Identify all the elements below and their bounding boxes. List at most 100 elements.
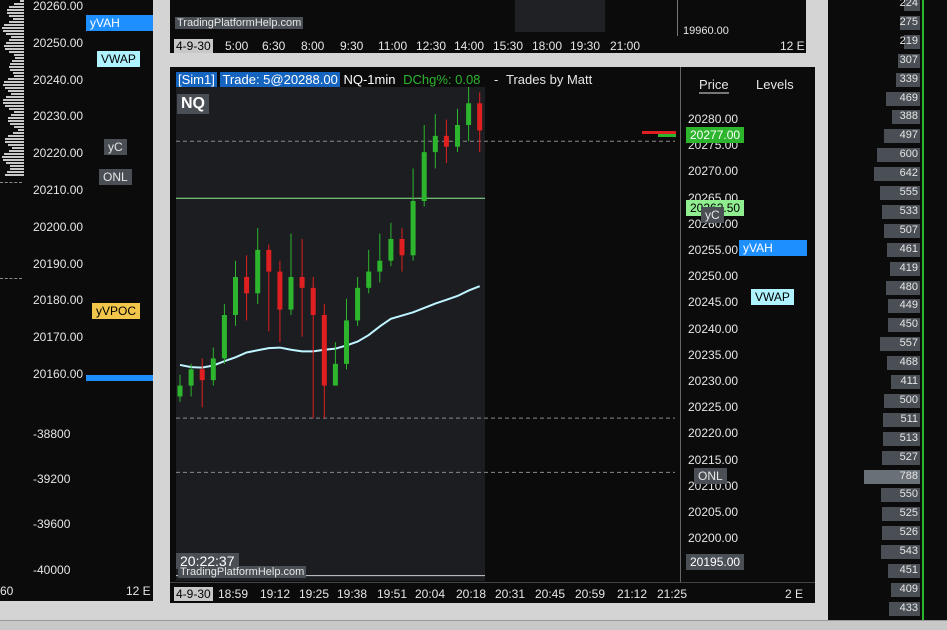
volume-profile-bar xyxy=(14,126,24,128)
volume-profile-bar xyxy=(13,132,24,134)
main-axis-divider xyxy=(680,67,681,582)
volume-value: 433 xyxy=(899,601,918,614)
volume-value: 600 xyxy=(899,148,918,161)
volume-profile-bar xyxy=(14,54,24,56)
volume-profile-bar xyxy=(9,21,24,23)
candle-body xyxy=(221,315,227,359)
left-tag-yvpoc: yVPOC xyxy=(92,303,141,319)
volume-value: 557 xyxy=(899,337,918,350)
top-divider xyxy=(677,0,678,36)
volume-value: 449 xyxy=(899,299,918,312)
volume-profile-bar xyxy=(2,27,24,29)
left-footer-left: 60 xyxy=(0,584,14,598)
volume-profile-bar xyxy=(4,81,24,83)
left-tag-yc: yC xyxy=(104,139,127,155)
left-price-tick: 20260.00 xyxy=(33,0,84,13)
volume-value: 526 xyxy=(899,526,918,539)
main-time-label: 19:25 xyxy=(299,587,330,601)
volume-profile-bar xyxy=(12,147,24,149)
left-price-tick: 20200.00 xyxy=(33,219,84,234)
candle-body xyxy=(344,320,349,364)
volume-value: 388 xyxy=(899,110,918,123)
left-lower-tick: -39200 xyxy=(33,472,71,486)
volume-profile-bar xyxy=(9,150,24,152)
volume-value: 500 xyxy=(899,393,918,406)
volume-profile-bar xyxy=(6,96,24,98)
top-time-label: 4-9-30 xyxy=(174,39,213,53)
volume-profile-bar xyxy=(5,48,24,50)
main-price-tick: 20280.00 xyxy=(688,112,739,126)
top-time-label: 15:30 xyxy=(493,39,524,53)
price-header: Price xyxy=(699,77,729,94)
volume-profile-bar xyxy=(7,12,24,14)
candle-body xyxy=(377,260,383,272)
last-price-tag: 20277.00 xyxy=(686,127,745,143)
volume-profile-bar xyxy=(10,63,24,65)
volume-profile-bar xyxy=(6,42,24,44)
main-time-label: 19:51 xyxy=(377,587,408,601)
volume-profile-bar xyxy=(8,120,24,122)
candle-body xyxy=(310,287,316,315)
main-time-label: 20:04 xyxy=(415,587,446,601)
volume-profile-bar xyxy=(4,24,24,26)
volume-value: 307 xyxy=(899,53,918,66)
volume-profile-bar xyxy=(18,129,24,131)
main-tag-yc: yC xyxy=(701,207,724,223)
volume-profile-bar xyxy=(10,123,24,125)
top-footer-right: 12 E xyxy=(780,39,805,53)
candle-body xyxy=(332,363,338,386)
volume-value: 497 xyxy=(899,129,918,142)
volume-profile-bar xyxy=(5,138,24,140)
volume-profile-bar xyxy=(6,162,24,164)
main-price-tick: 20250.00 xyxy=(688,269,739,284)
main-price-tick: 20230.00 xyxy=(688,374,739,388)
volume-profile-bar xyxy=(9,15,24,17)
candle-body xyxy=(355,287,361,321)
volume-profile-bar xyxy=(5,105,24,107)
volume-profile-bar xyxy=(12,60,24,62)
volume-value: 411 xyxy=(900,375,918,387)
left-lower-tick: -38800 xyxy=(33,427,71,441)
main-chart-panel[interactable]: [Sim1] Trade: 5@20288.00 NQ-1min DChg%: … xyxy=(170,67,815,603)
volume-profile-bar xyxy=(14,75,24,77)
right-green-line xyxy=(922,0,924,620)
left-chart-panel[interactable]: 20260.00 20250.00 20240.00 20230.00 20220.00… xyxy=(0,0,153,601)
volume-value: 533 xyxy=(899,204,918,217)
volume-profile-bar xyxy=(3,30,24,32)
main-price-tick: 20225.00 xyxy=(688,400,739,415)
volume-profile-bar xyxy=(9,6,24,8)
candle-body xyxy=(188,369,194,386)
volume-profile-bar xyxy=(20,0,24,2)
left-price-tick: 20160.00 xyxy=(33,367,84,381)
volume-value: 513 xyxy=(899,431,918,444)
levels-header: Levels xyxy=(756,77,794,92)
right-volume-panel[interactable]: 224 275 219 307 339 469 388 497 600 642 555 533 507 4… xyxy=(828,0,947,620)
candlestick-chart[interactable] xyxy=(170,67,680,582)
main-time-label: 20:18 xyxy=(456,587,487,601)
volume-profile-bar xyxy=(7,171,24,173)
volume-value: 480 xyxy=(899,280,918,293)
time-axis-rule xyxy=(170,582,815,583)
volume-profile-bar xyxy=(13,72,24,74)
top-chart-panel[interactable]: TradingPlatformHelp.com 19960.00 4-9-30 5… xyxy=(170,0,806,53)
volume-profile-bar xyxy=(10,165,24,167)
top-time-label: 6:30 xyxy=(262,39,286,53)
volume-value: 451 xyxy=(899,564,918,576)
volume-value: 450 xyxy=(899,318,918,331)
volume-profile-bar xyxy=(8,78,24,80)
volume-profile-bar xyxy=(13,18,24,20)
candle-body xyxy=(466,103,472,125)
main-time-label: 19:38 xyxy=(337,587,368,601)
volume-profile-bar xyxy=(5,141,24,143)
volume-profile-bar xyxy=(14,111,24,113)
top-price-tick: 19960.00 xyxy=(683,25,729,37)
volume-profile-bar xyxy=(8,90,24,92)
volume-profile-bar xyxy=(3,159,24,161)
candle-body xyxy=(277,271,283,310)
volume-profile-bar xyxy=(9,108,24,110)
main-time-label: 20:45 xyxy=(535,587,566,601)
top-time-label: 19:30 xyxy=(570,39,601,53)
volume-profile-bar xyxy=(3,102,24,104)
candle-body xyxy=(233,277,238,315)
volume-value: 409 xyxy=(899,582,918,595)
